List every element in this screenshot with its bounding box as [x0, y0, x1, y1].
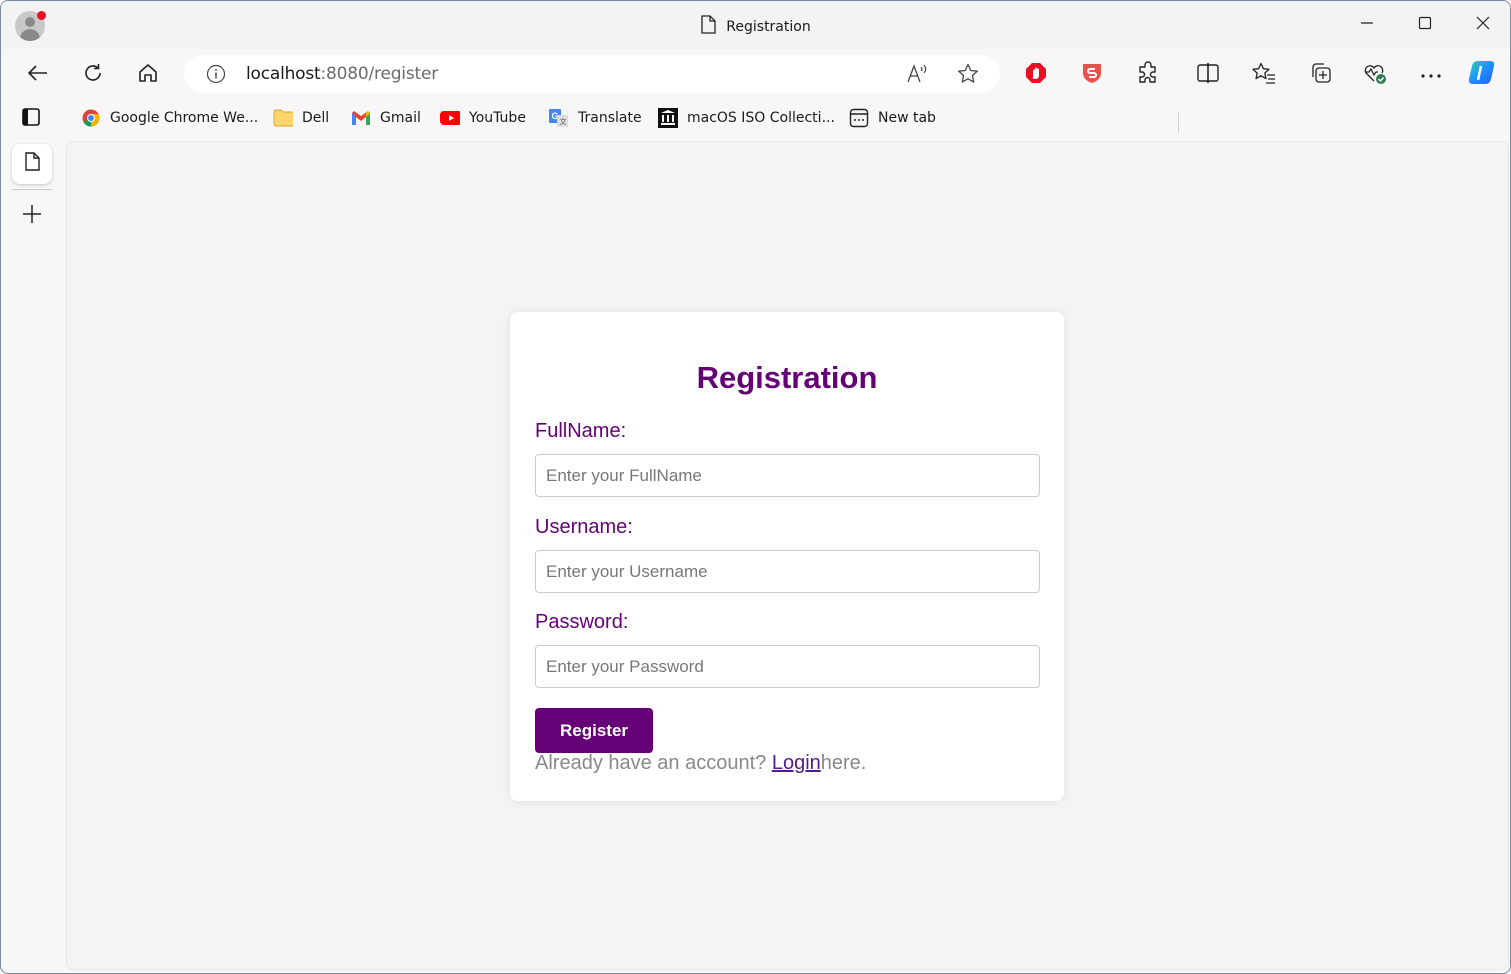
- bookmark-label: YouTube: [469, 110, 526, 126]
- username-label: Username:: [535, 516, 633, 538]
- address-bar[interactable]: localhost:8080/register: [184, 55, 1000, 93]
- vertical-tabs-sidebar: [1, 137, 65, 973]
- favorites-button[interactable]: [1246, 57, 1282, 93]
- new-tab-icon: [849, 108, 869, 128]
- more-button[interactable]: [1413, 57, 1449, 93]
- folder-icon: [273, 108, 293, 128]
- site-info-icon[interactable]: [206, 64, 226, 89]
- home-icon: [137, 62, 159, 89]
- gmail-icon: [351, 108, 371, 128]
- svg-text:文: 文: [560, 117, 567, 126]
- archive-icon: [658, 108, 678, 128]
- url-text[interactable]: localhost:8080/register: [246, 64, 438, 84]
- vertical-tabs-toggle[interactable]: [13, 101, 49, 137]
- bookmark-gmail[interactable]: Gmail: [351, 107, 421, 129]
- copilot-icon: [1468, 58, 1500, 93]
- fullname-label: FullName:: [535, 420, 627, 442]
- surfshark-extension-button[interactable]: [1074, 57, 1110, 93]
- split-screen-button[interactable]: [1190, 57, 1226, 93]
- page-document-icon: [24, 152, 40, 176]
- bookmark-macos-iso[interactable]: macOS ISO Collecti...: [658, 107, 835, 129]
- window-title-text: Registration: [726, 19, 811, 35]
- maximize-button[interactable]: [1402, 9, 1448, 41]
- bookmark-label: New tab: [878, 110, 936, 126]
- login-prompt-text: Already have an account?: [535, 752, 772, 774]
- bookmark-label: macOS ISO Collecti...: [687, 110, 835, 126]
- bookmark-youtube[interactable]: YouTube: [440, 107, 526, 129]
- surfshark-icon: [1080, 61, 1104, 90]
- page-document-icon: [700, 15, 716, 38]
- url-path: :8080/register: [320, 64, 439, 84]
- plus-icon: [22, 204, 42, 229]
- back-icon: [26, 64, 48, 87]
- close-button[interactable]: [1460, 9, 1506, 41]
- chrome-icon: [81, 108, 101, 128]
- login-prompt: Already have an account? Loginhere.: [535, 752, 866, 775]
- window-title: Registration: [1, 15, 1510, 38]
- registration-card: Registration FullName: Username: Passwor…: [510, 312, 1064, 801]
- collections-button[interactable]: [1302, 57, 1338, 93]
- split-screen-icon: [1196, 62, 1220, 89]
- more-icon: [1420, 66, 1442, 84]
- new-tab-button[interactable]: [15, 201, 49, 231]
- favorites-icon: [1251, 61, 1277, 90]
- tabs-divider: [12, 189, 52, 190]
- vertical-tabs-icon: [21, 107, 41, 132]
- maximize-icon: [1418, 16, 1432, 35]
- youtube-icon: [440, 108, 460, 128]
- copilot-button[interactable]: [1466, 57, 1502, 93]
- login-prompt-suffix: here.: [820, 752, 867, 774]
- translate-icon: G文: [549, 108, 569, 128]
- bookmark-label: Translate: [578, 110, 642, 126]
- browser-toolbar: localhost:8080/register: [1, 49, 1510, 133]
- title-bar: Registration: [1, 1, 1510, 49]
- bookmark-chrome-web-store[interactable]: Google Chrome We...: [81, 107, 258, 129]
- bookmark-label: Google Chrome We...: [110, 110, 259, 126]
- bookmark-new-tab[interactable]: New tab: [849, 107, 936, 129]
- username-input[interactable]: [535, 550, 1040, 593]
- bookmark-label: Dell: [302, 110, 330, 126]
- url-host: localhost: [246, 64, 321, 84]
- extensions-icon: [1136, 60, 1160, 90]
- page-viewport: Registration FullName: Username: Passwor…: [66, 141, 1509, 970]
- register-button[interactable]: Register: [535, 708, 653, 753]
- refresh-icon: [82, 62, 104, 89]
- close-icon: [1476, 16, 1490, 35]
- minimize-button[interactable]: [1344, 9, 1390, 41]
- refresh-button[interactable]: [75, 57, 111, 93]
- password-input[interactable]: [535, 645, 1040, 688]
- browser-essentials-icon: [1362, 61, 1388, 90]
- bookmark-translate[interactable]: G文 Translate: [549, 107, 642, 129]
- favorite-star-icon[interactable]: [956, 62, 980, 91]
- adblock-icon: [1024, 61, 1048, 90]
- fullname-input[interactable]: [535, 454, 1040, 497]
- password-label: Password:: [535, 611, 629, 633]
- tab-registration[interactable]: [12, 144, 52, 184]
- browser-window: Registration localhost:8080/register Goo…: [0, 0, 1511, 974]
- browser-essentials-button[interactable]: [1357, 57, 1393, 93]
- bookmarks-bar: Google Chrome We... Dell Gmail YouTube G…: [1, 101, 1510, 137]
- bookmark-dell[interactable]: Dell: [273, 107, 329, 129]
- bookmark-label: Gmail: [380, 110, 421, 126]
- adblock-extension-button[interactable]: [1018, 57, 1054, 93]
- minimize-icon: [1360, 16, 1374, 35]
- page-title: Registration: [696, 360, 878, 395]
- extensions-button[interactable]: [1130, 57, 1166, 93]
- read-aloud-icon[interactable]: [906, 63, 930, 90]
- collections-icon: [1308, 61, 1332, 90]
- back-button[interactable]: [19, 57, 55, 93]
- login-link[interactable]: Login: [772, 752, 821, 774]
- home-button[interactable]: [130, 57, 166, 93]
